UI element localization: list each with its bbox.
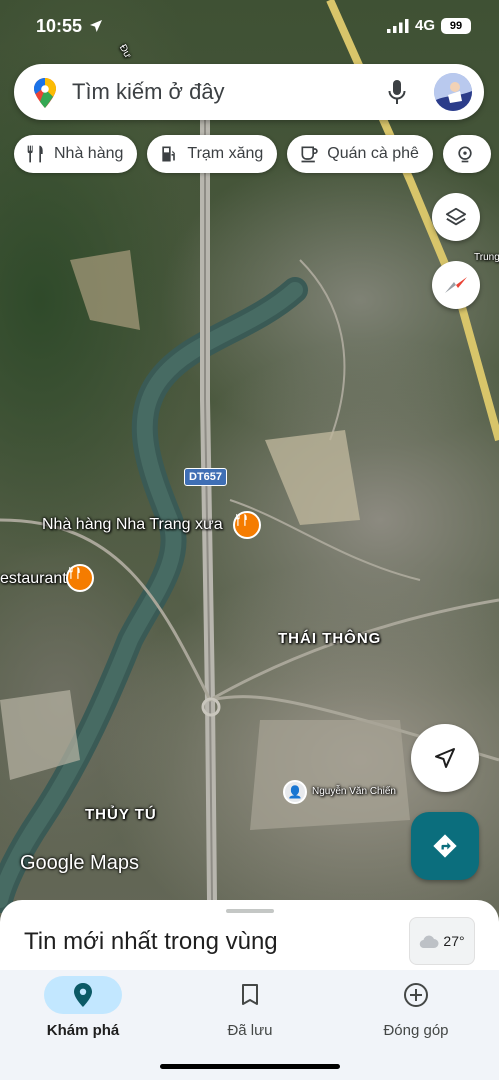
nav-contribute-pill [377, 976, 455, 1014]
microphone-icon[interactable] [388, 80, 406, 106]
road-shield-dt657[interactable]: DT657 [184, 468, 228, 486]
fork-knife-icon [27, 145, 43, 163]
weather-chip[interactable]: 27° [409, 917, 475, 965]
category-chips: Nhà hàng Trạm xăng Quán cà phê [14, 135, 491, 173]
restaurant-pin-icon-2[interactable] [66, 564, 94, 592]
sheet-title: Tin mới nhất trong vùng [24, 928, 278, 955]
gas-station-icon [162, 146, 176, 162]
explore-pin-icon [74, 983, 92, 1007]
layers-icon [445, 207, 467, 226]
chip-label: Quán cà phê [327, 145, 419, 162]
navigation-arrow-icon [435, 748, 455, 768]
search-bar[interactable]: Tìm kiếm ở đây [14, 64, 484, 120]
nav-label: Khám phá [46, 1022, 120, 1039]
chip-more[interactable] [442, 135, 491, 173]
compass-icon [445, 277, 467, 293]
sheet-drag-handle[interactable] [226, 909, 274, 913]
attractions-icon [458, 146, 472, 163]
google-maps-logo: Google Maps [20, 852, 139, 874]
chip-gas-stations[interactable]: Trạm xăng [147, 135, 278, 173]
status-time: 10:55 [36, 16, 83, 36]
poi-label-nha-hang-nha-trang-xua[interactable]: Nhà hàng Nha Trang xưa [42, 516, 223, 534]
avatar-image [434, 73, 472, 111]
nav-explore-pill [44, 976, 122, 1014]
search-input[interactable]: Tìm kiếm ở đây [72, 79, 225, 105]
layers-button[interactable] [432, 193, 480, 241]
chip-restaurants[interactable]: Nhà hàng [14, 135, 138, 173]
poi-label-restaurant[interactable]: estaurant [0, 570, 67, 588]
home-indicator[interactable] [160, 1064, 340, 1069]
nav-saved[interactable]: Đã lưu [180, 976, 320, 1039]
district-label-thai-thong: THÁI THÔNG [278, 630, 382, 647]
restaurant-pin-icon[interactable] [233, 511, 261, 539]
chip-label: Nhà hàng [54, 145, 124, 162]
nav-label: Đã lưu [227, 1022, 273, 1039]
nav-explore[interactable]: Khám phá [13, 976, 153, 1039]
nav-label: Đóng góp [383, 1022, 449, 1039]
street-label-right: Trung [474, 252, 499, 263]
network-type: 4G [414, 17, 435, 34]
directions-button[interactable] [411, 812, 479, 880]
cloud-icon [420, 935, 439, 948]
location-arrow-icon [90, 20, 102, 32]
nav-contribute[interactable]: Đóng góp [346, 976, 486, 1039]
district-label-thuy-tu: THỦY TÚ [85, 806, 157, 823]
nav-saved-pill [211, 976, 289, 1014]
status-right: 4G 99 [386, 17, 471, 34]
compass-button[interactable] [432, 261, 480, 309]
google-maps-pin-icon [34, 78, 56, 108]
bookmark-icon [242, 984, 258, 1005]
status-bar: 10:55 4G 99 [0, 0, 499, 56]
chip-coffee[interactable]: Quán cà phê [287, 135, 433, 173]
poi-label-person[interactable]: Nguyễn Văn Chiến [312, 786, 396, 797]
contributor-avatar-pin[interactable]: 👤 [283, 780, 307, 804]
chip-label: Trạm xăng [187, 145, 264, 162]
coffee-cup-icon [301, 146, 318, 163]
user-avatar[interactable] [434, 73, 472, 111]
signal-icon [386, 18, 409, 33]
add-circle-icon [404, 983, 428, 1007]
my-location-button[interactable] [411, 724, 479, 792]
weather-temperature: 27° [443, 933, 465, 949]
directions-icon [433, 834, 457, 858]
battery-icon: 99 [441, 17, 471, 34]
